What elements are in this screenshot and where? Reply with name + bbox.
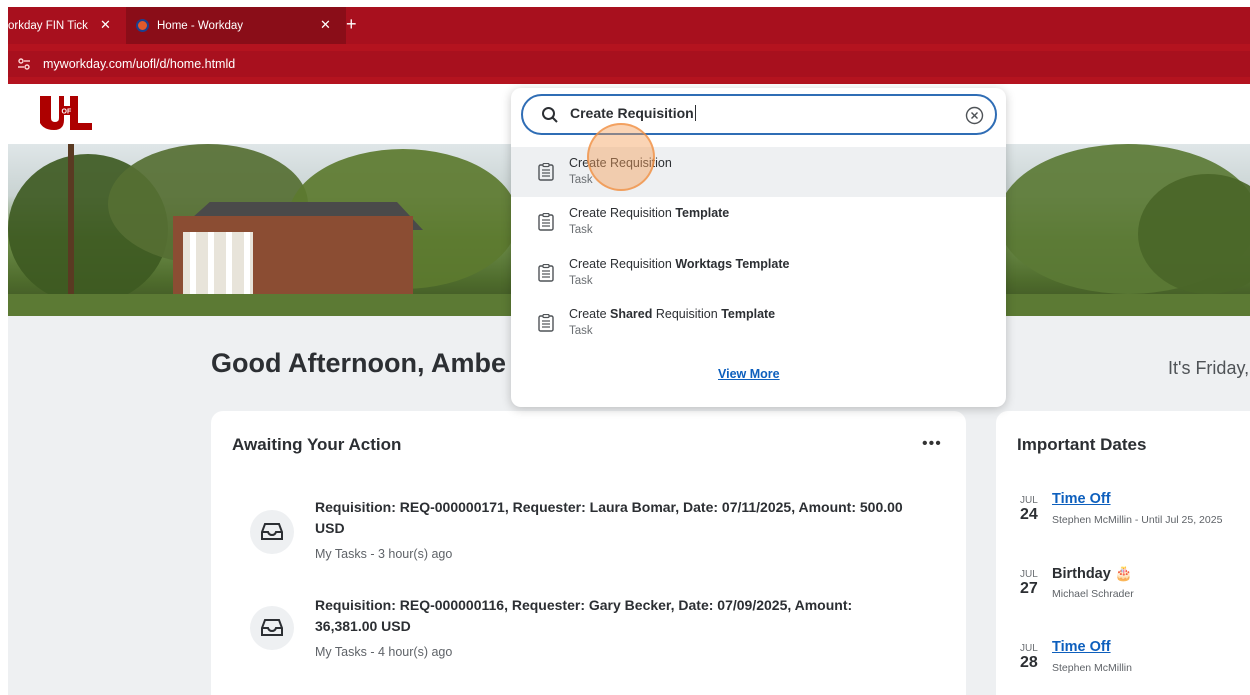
task-title-line1[interactable]: Requisition: REQ-000000116, Requester: G… (315, 595, 915, 616)
tab-fin-ticket[interactable]: orkday FIN Ticket ✕ (8, 7, 124, 44)
search-result-name: Create Shared Requisition Template (569, 307, 775, 321)
task-icon (538, 264, 554, 282)
event-subtitle: Stephen McMillin - Until Jul 25, 2025 (1052, 514, 1223, 526)
search-result-type: Task (569, 325, 593, 337)
task-meta: My Tasks - 4 hour(s) ago (315, 645, 453, 659)
new-tab-button[interactable]: + (346, 14, 357, 35)
tab-home-workday[interactable]: Home - Workday ✕ (126, 7, 346, 44)
search-result-type: Task (569, 174, 593, 186)
search-result-name-part: Template (675, 206, 730, 220)
uofl-logo[interactable]: OF (40, 96, 94, 130)
search-result-name-part: Shared (610, 307, 653, 321)
search-result-item[interactable]: Create Requisition Worktags Template Task (511, 248, 1006, 298)
date-text: It's Friday, (1168, 358, 1250, 378)
workday-favicon-icon (136, 19, 149, 32)
task-icon (538, 163, 554, 181)
search-result-name: Create Requisition Template (569, 206, 729, 220)
card-title: Awaiting Your Action (232, 435, 402, 454)
task-meta: My Tasks - 3 hour(s) ago (315, 547, 453, 561)
close-icon[interactable]: ✕ (320, 17, 331, 33)
screen: orkday FIN Ticket ✕ Home - Workday ✕ + m… (0, 0, 1250, 695)
greeting-heading: Good Afternoon, Ambe (211, 348, 506, 378)
site-settings-icon[interactable] (17, 57, 31, 71)
date-month: JUL (1020, 495, 1038, 506)
search-result-name-part: Worktags Template (675, 257, 790, 271)
search-result-name-part: Requisition (652, 307, 722, 321)
event-link[interactable]: Time Off (1052, 491, 1111, 507)
date-day: 28 (1020, 654, 1038, 671)
view-more-link[interactable]: View More (718, 367, 780, 381)
search-dropdown: Create Requisition Create Requisition Tas… (511, 88, 1006, 407)
date-day: 27 (1020, 580, 1038, 597)
task-title-line2[interactable]: USD (315, 518, 915, 539)
important-dates-card: Important Dates JUL 24 Time Off Stephen … (996, 411, 1250, 695)
search-result-name: Create Requisition Worktags Template (569, 257, 789, 271)
task-title-line2[interactable]: 36,381.00 USD (315, 616, 915, 637)
awaiting-action-card: Awaiting Your Action ••• Requisition: RE… (211, 411, 966, 695)
search-query-text[interactable]: Create Requisition (570, 105, 696, 121)
task-title-line1[interactable]: Requisition: REQ-000000171, Requester: L… (315, 497, 915, 518)
search-result-name-part: Create Requisition (569, 257, 676, 271)
date-day: 24 (1020, 506, 1038, 523)
event-subtitle: Stephen McMillin (1052, 662, 1132, 674)
url-text: myworkday.com/uofl/d/home.htmld (43, 57, 236, 71)
event-title: Birthday 🎂 (1052, 566, 1133, 582)
address-bar: myworkday.com/uofl/d/home.htmld (8, 44, 1250, 84)
search-result-name-part: Create (569, 307, 610, 321)
search-result-item[interactable]: Create Requisition Task (511, 147, 1006, 197)
click-indicator (587, 123, 655, 191)
more-options-button[interactable]: ••• (922, 435, 942, 453)
search-result-type: Task (569, 224, 593, 236)
inbox-icon (250, 606, 294, 650)
search-result-item[interactable]: Create Shared Requisition Template Task (511, 298, 1006, 348)
search-result-name-part: Create Requisition (569, 206, 676, 220)
browser-tab-bar: orkday FIN Ticket ✕ Home - Workday ✕ + (8, 7, 1250, 44)
date-month: JUL (1020, 569, 1038, 580)
tab-title: orkday FIN Ticket (8, 19, 88, 32)
url-field[interactable]: myworkday.com/uofl/d/home.htmld (8, 51, 1250, 77)
search-result-item[interactable]: Create Requisition Template Task (511, 197, 1006, 247)
logo-of-text: OF (62, 109, 72, 116)
tab-title: Home - Workday (157, 19, 244, 32)
task-icon (538, 213, 554, 231)
event-link[interactable]: Time Off (1052, 639, 1111, 655)
event-subtitle: Michael Schrader (1052, 588, 1134, 600)
search-result-name-part: Template (721, 307, 776, 321)
search-icon (542, 107, 558, 123)
date-month: JUL (1020, 643, 1038, 654)
card-title: Important Dates (1017, 435, 1147, 454)
search-input[interactable]: Create Requisition (521, 94, 997, 135)
task-icon (538, 314, 554, 332)
close-icon[interactable]: ✕ (100, 17, 111, 33)
inbox-icon (250, 510, 294, 554)
clear-search-icon[interactable] (965, 106, 984, 125)
search-result-type: Task (569, 275, 593, 287)
